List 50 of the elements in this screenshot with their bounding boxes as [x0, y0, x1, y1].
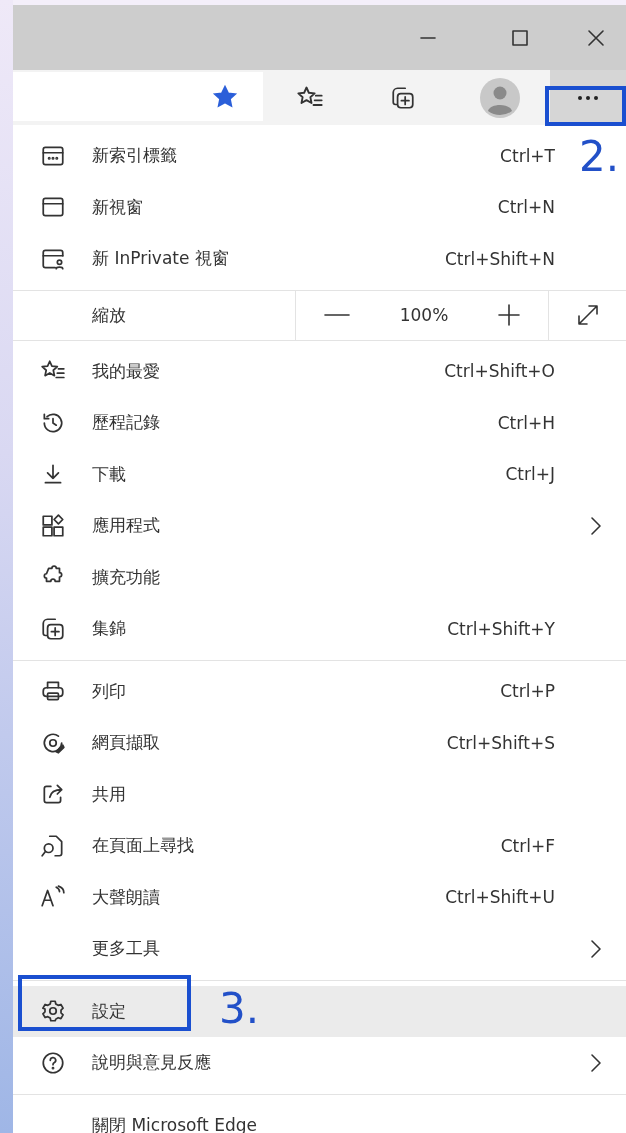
menu-item-label: 列印 [92, 679, 126, 703]
collections-icon [40, 615, 66, 642]
shortcut-text: Ctrl+Shift+O [444, 361, 555, 382]
menu-item-label: 在頁面上尋找 [92, 834, 194, 858]
menu-item-label: 新視窗 [92, 195, 143, 219]
shortcut-text: Ctrl+T [500, 145, 555, 166]
shortcut-text: Ctrl+Shift+S [446, 732, 555, 753]
chevron-right-icon [589, 1052, 602, 1073]
shortcut-text: Ctrl+Shift+Y [447, 618, 555, 639]
menu-item-label: 集錦 [92, 617, 126, 641]
minimize-icon [420, 36, 436, 39]
minus-icon [323, 313, 350, 317]
settings-icon [40, 998, 66, 1025]
apps-icon [40, 512, 66, 539]
menu-item-label: 新 InPrivate 視窗 [92, 247, 229, 271]
collections-icon [389, 84, 416, 111]
avatar-icon [479, 77, 520, 118]
more-icon [577, 94, 599, 101]
chevron-right-icon [589, 515, 602, 536]
menu-item-label: 我的最愛 [92, 359, 160, 383]
menu-item-label: 下載 [92, 462, 126, 486]
step-number: 3. [219, 988, 260, 1030]
zoom-label: 縮放 [92, 303, 127, 327]
shortcut-text: Ctrl+P [500, 681, 555, 702]
shortcut-text: Ctrl+H [497, 412, 555, 433]
menu-item-label: 設定 [92, 999, 126, 1023]
expand-arrow-icon [576, 304, 599, 326]
maximize-icon [510, 27, 530, 48]
plus-icon [498, 304, 521, 326]
shortcut-text: Ctrl+F [500, 835, 555, 856]
find-page-icon [40, 832, 66, 859]
zoom-value: 100% [399, 305, 449, 325]
menu-item-label: 大聲朗讀 [92, 885, 160, 909]
menu-item-label: 新索引標籤 [92, 144, 177, 168]
menu-item-label: 更多工具 [92, 937, 160, 961]
favorite-star-icon[interactable] [211, 83, 239, 110]
menu-item-label: 說明與意見反應 [92, 1051, 211, 1075]
menu-item-label: 歷程記錄 [92, 411, 160, 435]
menu-item-label: 應用程式 [92, 514, 160, 538]
close-icon [586, 27, 606, 48]
shortcut-text: Ctrl+N [497, 197, 555, 218]
help-icon [40, 1049, 66, 1076]
chevron-right-icon [589, 938, 602, 959]
shortcut-text: Ctrl+Shift+U [445, 887, 555, 908]
step-number: 2. [579, 136, 620, 178]
shortcut-text: Ctrl+Shift+N [444, 248, 555, 269]
menu-item-label: 網頁擷取 [92, 731, 160, 755]
shortcut-text: Ctrl+J [505, 464, 555, 485]
menu-item-label: 擴充功能 [92, 565, 160, 589]
menu-item-label: 共用 [92, 782, 126, 806]
